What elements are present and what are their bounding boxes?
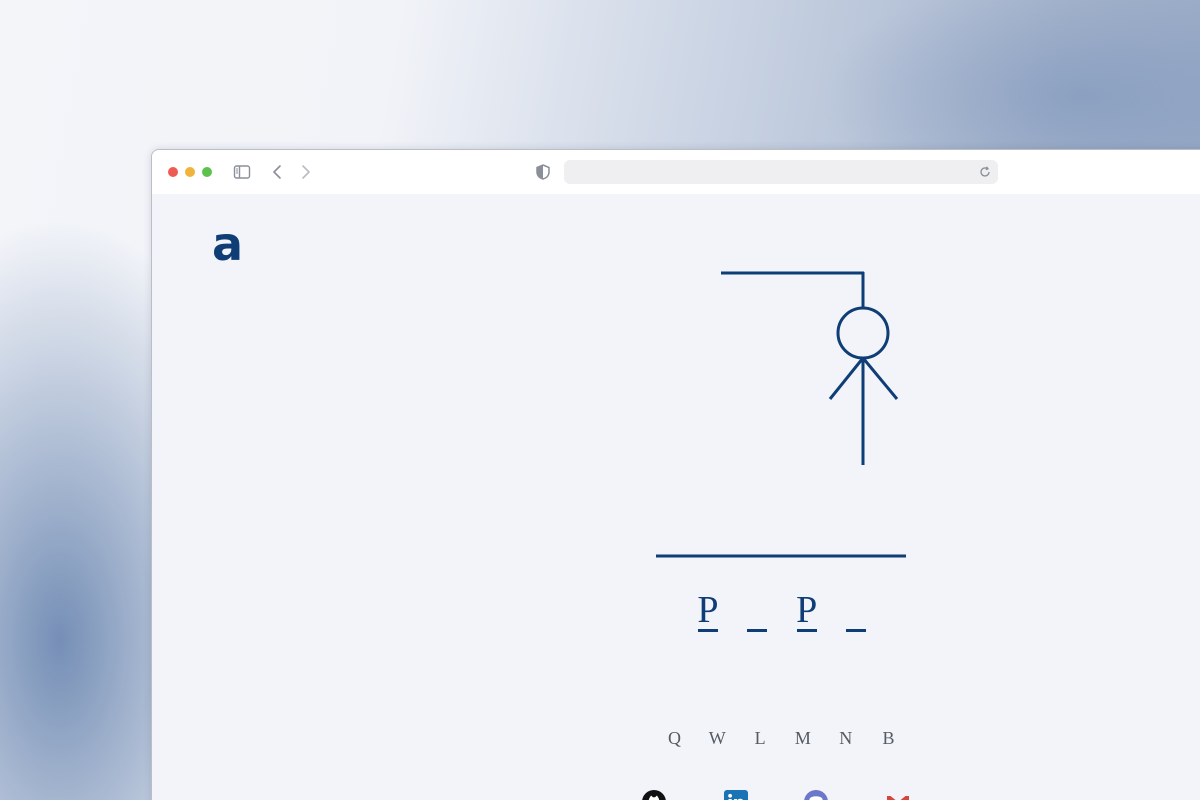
letter-slot: [840, 590, 872, 636]
browser-toolbar: [152, 150, 1200, 194]
back-arrow-icon[interactable]: [268, 162, 288, 182]
letter-underline: [796, 629, 817, 632]
gmail-icon[interactable]: [884, 788, 912, 800]
hangman-head: [836, 306, 890, 360]
sidebar-toggle-icon[interactable]: [232, 162, 252, 182]
guessed-letters: Q W L M N B: [662, 728, 902, 749]
guessed-letter: Q: [668, 728, 682, 748]
hangman-drawing: [656, 271, 906, 558]
letter-slot: [741, 590, 773, 636]
letter-char: P: [697, 589, 719, 631]
letter-char: [741, 590, 773, 630]
letter-slot: P: [791, 590, 823, 636]
forward-arrow-icon[interactable]: [295, 162, 315, 182]
letter-char: P: [796, 589, 818, 631]
letter-underline: [845, 629, 866, 632]
guessed-letter: B: [882, 728, 896, 748]
letter-slot: P: [692, 590, 724, 636]
zoom-window-button[interactable]: [202, 167, 212, 177]
guessed-letter: W: [708, 728, 727, 748]
github-icon[interactable]: [640, 788, 668, 800]
discord-icon[interactable]: [802, 788, 830, 800]
word-display: P P: [692, 590, 872, 636]
letter-underline: [698, 629, 718, 632]
linkedin-icon[interactable]: [722, 788, 750, 800]
guessed-letter: L: [754, 728, 767, 748]
shield-icon[interactable]: [533, 162, 553, 182]
minimize-window-button[interactable]: [185, 167, 195, 177]
guessed-letter: N: [839, 728, 854, 748]
social-links: [640, 788, 930, 800]
hangman-right-arm: [861, 357, 899, 400]
letter-underline: [747, 629, 768, 632]
letter-char: [840, 590, 872, 630]
address-bar[interactable]: [564, 160, 998, 184]
reload-icon[interactable]: [976, 163, 994, 181]
close-window-button[interactable]: [168, 167, 178, 177]
guessed-letter: M: [794, 728, 812, 748]
hangman-left-arm: [828, 357, 865, 400]
browser-window: a P P Q W L M N B: [151, 149, 1200, 800]
page-content: a P P Q W L M N B: [152, 194, 1200, 800]
